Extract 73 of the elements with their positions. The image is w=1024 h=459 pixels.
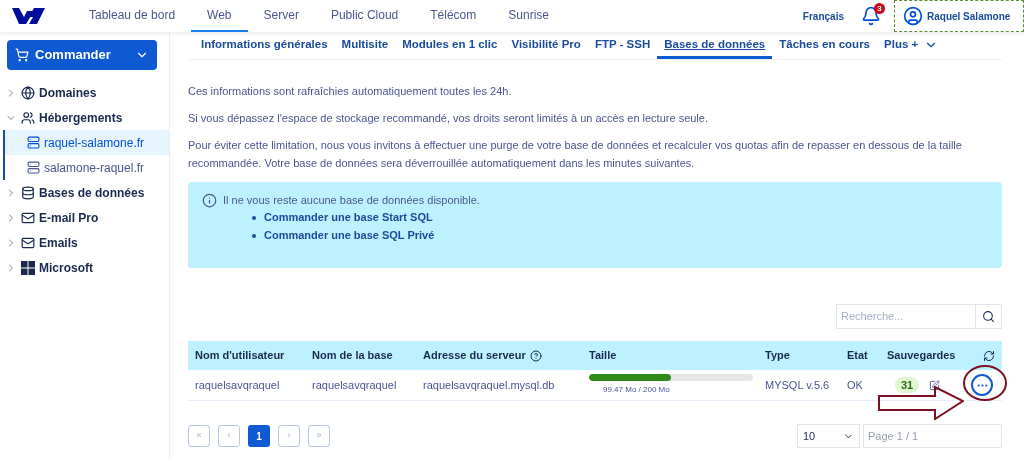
search-button[interactable]	[976, 304, 1002, 329]
info-paragraph: Pour éviter cette limitation, nous vous invitons à effectuer une purge de votre base de données et recalculer vos quotas afin de repasser en dessous de la taille recommandée. Votre base de données sera déverrouillée automatiquement dans les minutes suivantes.	[188, 138, 963, 171]
nav-tab[interactable]: Web	[191, 0, 248, 32]
nav-tab[interactable]: Sunrise	[492, 0, 565, 32]
sidebar-item[interactable]: Emails	[0, 230, 169, 255]
sidebar-subitem[interactable]: raquel-salamone.fr	[5, 130, 169, 155]
info-paragraph: Ces informations sont rafraîchies automatiquement toutes les 24h.	[188, 84, 513, 99]
user-menu-button[interactable]: Raquel Salamone	[894, 0, 1024, 32]
column-header: Nom de la base	[312, 348, 393, 364]
nav-tab[interactable]: Server	[247, 0, 315, 32]
sidebar-item[interactable]: Hébergements	[0, 105, 169, 130]
info-message: Il ne vous reste aucune base de données disponible.	[223, 193, 480, 208]
nav-tab[interactable]: Public Cloud	[314, 0, 415, 32]
help-icon	[529, 349, 542, 362]
backup-count-badge: 31	[895, 376, 920, 394]
nav-tab[interactable]: Tableau de bord	[73, 0, 192, 32]
notifications-button[interactable]: 3	[860, 5, 882, 27]
search-icon	[982, 310, 995, 323]
section-tab[interactable]: Visibilité Pro	[504, 34, 588, 59]
sidebar-item[interactable]: Microsoft	[0, 255, 169, 280]
order-link[interactable]: Commander une base Start SQL	[264, 209, 433, 226]
database-icon	[21, 185, 35, 200]
info-paragraph: Si vous dépassez l'espace de stockage recommandé, vos droits seront limités à un accès en lecture seule.	[188, 111, 709, 126]
refresh-icon[interactable]	[983, 349, 995, 362]
table-cell-text: raquelsavqraquel	[195, 377, 281, 393]
column-header: Sauvegardes	[887, 348, 956, 364]
column-header: Etat	[847, 348, 868, 364]
sidebar-subitem[interactable]: salamone-raquel.fr	[5, 155, 169, 180]
more-actions-button[interactable]	[971, 374, 993, 396]
page-size-select[interactable]: 10	[797, 424, 860, 448]
section-tab[interactable]: Plus +	[877, 34, 946, 59]
section-tab[interactable]: Tâches en cours	[772, 34, 877, 59]
edit-icon[interactable]	[929, 379, 941, 391]
column-header: Type	[765, 348, 790, 364]
size-reading: 99.47 Mo / 200 Mo	[603, 384, 671, 396]
globe-icon	[21, 85, 35, 100]
section-tab[interactable]: Informations générales	[194, 34, 335, 59]
user-icon	[903, 6, 923, 26]
section-tab[interactable]: Modules en 1 clic	[395, 34, 505, 59]
order-button[interactable]: Commander	[7, 40, 157, 70]
sidebar-item[interactable]: Domaines	[0, 80, 169, 105]
server-icon	[27, 136, 40, 149]
bullet-icon	[252, 233, 256, 238]
bullet-icon	[252, 215, 256, 220]
windows-logo-icon	[21, 260, 35, 275]
table-cell-text: MYSQL v.5.6	[765, 377, 831, 393]
users-icon	[21, 110, 35, 125]
language-link[interactable]: Français	[802, 8, 844, 24]
search-field[interactable]: Recherche...	[836, 304, 976, 329]
info-icon	[202, 192, 217, 208]
section-tab[interactable]: Multisite	[334, 34, 396, 59]
column-header: Adresse du serveur	[423, 348, 526, 364]
sidebar-item[interactable]: Bases de données	[0, 180, 169, 205]
column-header: Taille	[589, 348, 617, 364]
notification-badge: 3	[874, 3, 885, 14]
table-cell-text: raquelsavqraquel	[312, 377, 398, 393]
order-link[interactable]: Commander une base SQL Privé	[264, 227, 435, 244]
table-cell-text: raquelsavqraquel.mysql.db	[423, 377, 556, 393]
sidebar-item[interactable]: E-mail Pro	[0, 205, 169, 230]
page-button[interactable]: 1	[248, 425, 270, 447]
column-header: Nom d'utilisateur	[195, 348, 285, 364]
section-tab[interactable]: Bases de données	[657, 34, 773, 59]
brand-logo-icon[interactable]	[12, 7, 46, 25]
mail-icon	[21, 210, 35, 225]
mail-icon	[21, 235, 35, 250]
table-cell-text: OK	[847, 377, 864, 393]
annotation-circle-icon	[962, 364, 1008, 402]
cart-icon	[15, 48, 29, 62]
server-icon	[27, 161, 40, 174]
section-tab[interactable]: FTP - SSH	[587, 34, 658, 59]
nav-tab[interactable]: Télécom	[414, 0, 493, 32]
bell-icon	[861, 6, 881, 26]
page-indicator-field: Page 1 / 1	[863, 424, 1002, 448]
